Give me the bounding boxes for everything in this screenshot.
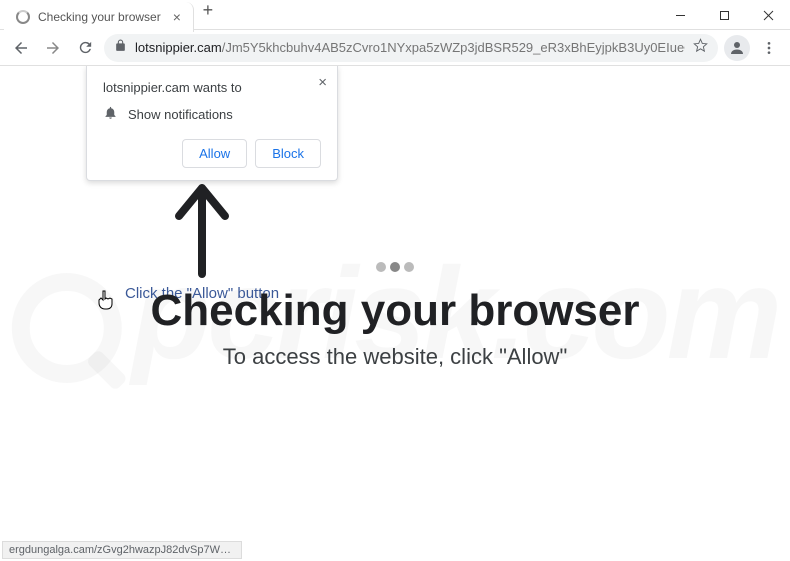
- browser-tab[interactable]: Checking your browser ×: [4, 2, 194, 32]
- loading-dot: [404, 262, 414, 272]
- url-text: lotsnippier.cam/Jm5Y5khcbuhv4AB5zCvro1NY…: [135, 40, 685, 55]
- page-heading: Checking your browser: [0, 286, 790, 336]
- permission-actions: Allow Block: [103, 139, 321, 168]
- arrow-hint: Click the "Allow" button: [125, 176, 279, 302]
- page-viewport: pcrisk.com × lotsnippier.cam wants to Sh…: [0, 66, 790, 561]
- tab-favicon-spinner-icon: [16, 10, 30, 24]
- window-titlebar: Checking your browser × +: [0, 0, 790, 30]
- permission-capability-row: Show notifications: [103, 105, 321, 123]
- status-bar: ergdungalga.cam/zGvg2hwazpJ82dvSp7WbufI5…: [2, 541, 242, 559]
- lock-icon: [114, 39, 127, 57]
- address-bar[interactable]: lotsnippier.cam/Jm5Y5khcbuhv4AB5zCvro1NY…: [104, 34, 718, 62]
- tab-title: Checking your browser: [38, 10, 161, 24]
- up-arrow-icon: [125, 176, 279, 291]
- url-path: /Jm5Y5khcbuhv4AB5zCvro1NYxpa5zWZp3jdBSR5…: [222, 40, 685, 55]
- loading-dot: [376, 262, 386, 272]
- reload-button[interactable]: [72, 35, 98, 61]
- loading-dots: [376, 262, 414, 272]
- bookmark-star-icon[interactable]: [693, 38, 708, 58]
- tab-close-icon[interactable]: ×: [169, 9, 185, 25]
- window-maximize-button[interactable]: [702, 0, 746, 30]
- new-tab-button[interactable]: +: [194, 0, 222, 21]
- browser-toolbar: lotsnippier.cam/Jm5Y5khcbuhv4AB5zCvro1NY…: [0, 30, 790, 66]
- permission-origin-text: lotsnippier.cam wants to: [103, 80, 321, 95]
- page-subtext: To access the website, click "Allow": [0, 344, 790, 370]
- window-controls: [658, 0, 790, 30]
- browser-menu-button[interactable]: [756, 40, 782, 56]
- permission-capability-label: Show notifications: [128, 107, 233, 122]
- permission-close-icon[interactable]: ×: [318, 74, 327, 91]
- url-domain: lotsnippier.cam: [135, 40, 222, 55]
- notification-permission-prompt: × lotsnippier.cam wants to Show notifica…: [86, 66, 338, 181]
- profile-avatar-button[interactable]: [724, 35, 750, 61]
- loading-dot: [390, 262, 400, 272]
- pointer-cursor-icon: [96, 289, 116, 318]
- page-main-text: Checking your browser To access the webs…: [0, 286, 790, 370]
- block-button[interactable]: Block: [255, 139, 321, 168]
- bell-icon: [103, 105, 118, 123]
- forward-button[interactable]: [40, 35, 66, 61]
- allow-button[interactable]: Allow: [182, 139, 247, 168]
- window-minimize-button[interactable]: [658, 0, 702, 30]
- window-close-button[interactable]: [746, 0, 790, 30]
- back-button[interactable]: [8, 35, 34, 61]
